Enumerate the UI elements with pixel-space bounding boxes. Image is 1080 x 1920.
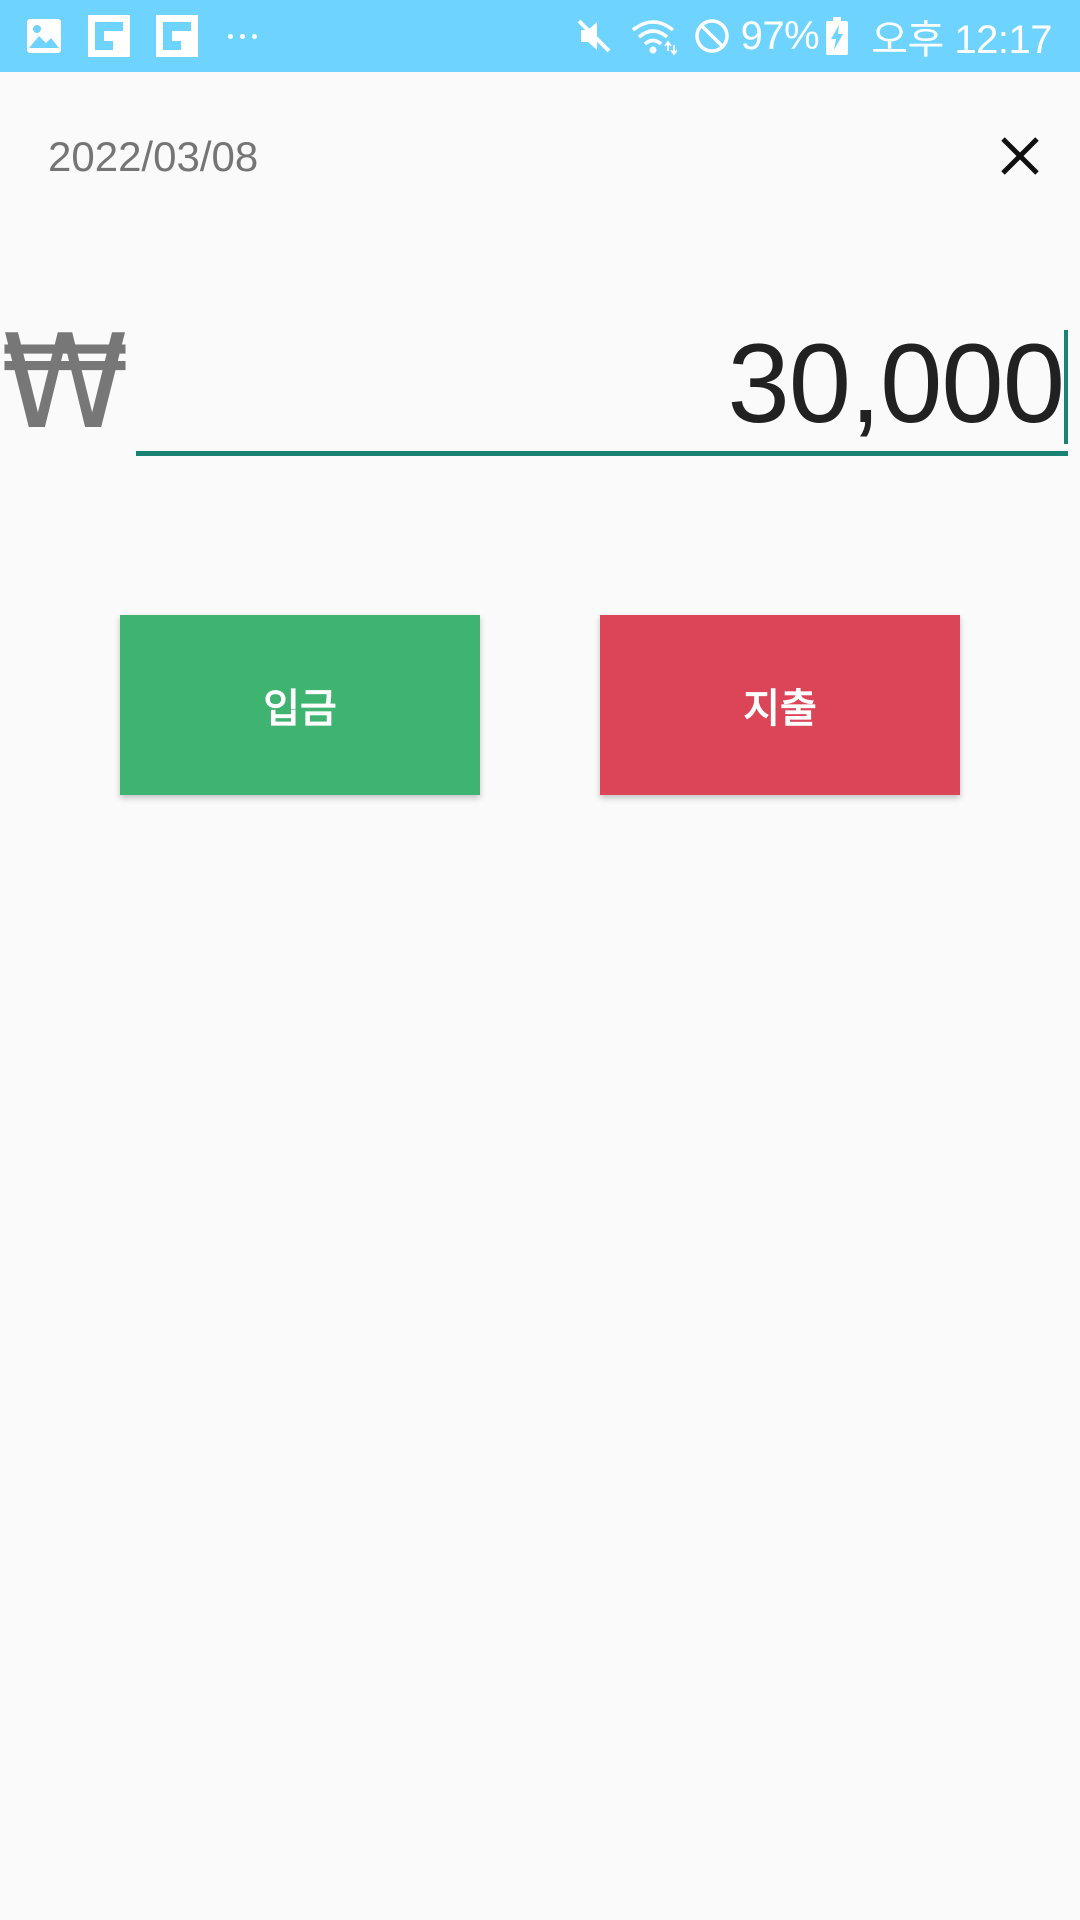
date-label[interactable]: 2022/03/08 <box>48 131 258 183</box>
amount-input[interactable]: 30,000 <box>136 320 1068 456</box>
mute-icon <box>575 17 613 55</box>
wifi-icon <box>629 16 677 56</box>
currency-symbol: ₩ <box>0 306 130 458</box>
more-notifications-icon <box>228 33 257 39</box>
text-cursor <box>1064 330 1068 444</box>
income-button-label: 입금 <box>263 686 337 732</box>
expense-button[interactable]: 지출 <box>600 615 960 795</box>
flipboard-icon <box>88 15 130 57</box>
battery-charging-icon <box>825 16 849 56</box>
expense-button-label: 지출 <box>743 686 817 732</box>
income-button[interactable]: 입금 <box>120 615 480 795</box>
close-icon <box>999 135 1041 181</box>
clock: 오후 12:17 <box>871 18 1052 62</box>
system-icons: 97% 오후 12:17 <box>569 12 1052 62</box>
notification-icons <box>26 15 257 57</box>
do-not-disturb-icon <box>693 17 731 55</box>
amount-value: 30,000 <box>727 321 1065 446</box>
close-button[interactable] <box>982 120 1058 196</box>
status-bar: 97% 오후 12:17 <box>0 0 1080 72</box>
battery-percentage: 97% <box>740 13 820 58</box>
gallery-icon <box>26 18 62 54</box>
flipboard-icon <box>156 15 198 57</box>
